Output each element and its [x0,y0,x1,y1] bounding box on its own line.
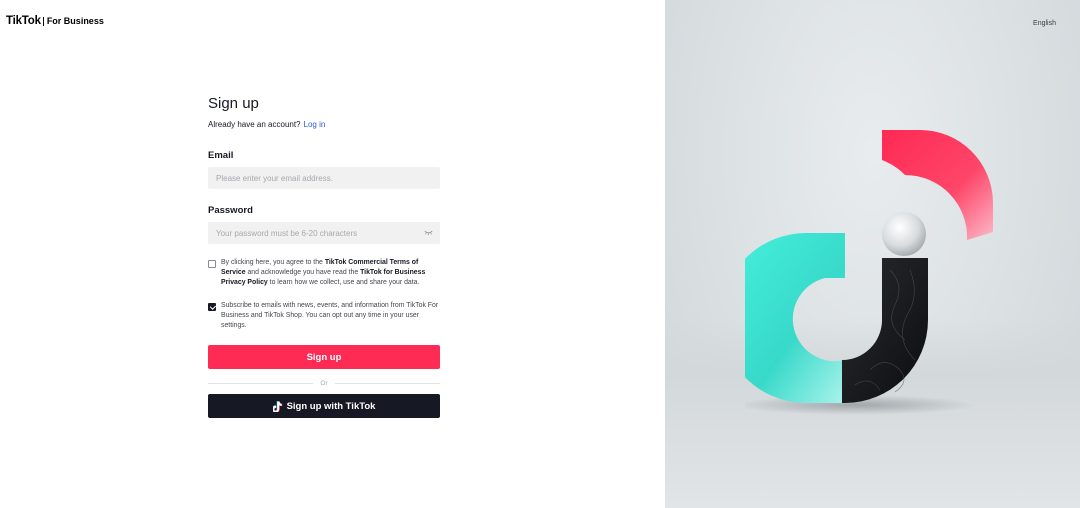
divider-line-left [208,382,314,384]
tiktok-for-business-logo[interactable]: TikTok For Business [6,15,104,27]
email-field[interactable]: Please enter your email address. [208,167,440,189]
terms-consent: By clicking here, you agree to the TikTo… [208,258,440,288]
language-selector[interactable]: English [1033,20,1056,27]
signup-with-tiktok-button[interactable]: Sign up with TikTok [208,394,440,418]
or-divider: Or [208,378,441,388]
login-link[interactable]: Log in [304,120,326,129]
password-label: Password [208,205,253,216]
eye-off-icon[interactable] [424,229,433,236]
tiktok-note-icon [272,400,282,412]
divider-or-text: Or [320,379,328,387]
terms-text-part1: By clicking here, you agree to the [221,259,325,266]
divider-line-right [334,382,441,384]
logo-brand: TikTok [6,15,41,27]
signup-form: Sign up Already have an account? Log in E… [208,94,441,418]
password-field[interactable]: Your password must be 6-20 characters [208,222,440,244]
terms-text: By clicking here, you agree to the TikTo… [221,258,440,288]
signup-with-tiktok-label: Sign up with TikTok [286,400,376,412]
tiktok-3d-logo-illustration [745,130,993,415]
password-placeholder: Your password must be 6-20 characters [216,228,358,238]
logo-subtitle: For Business [46,16,104,26]
page-title: Sign up [208,95,259,112]
terms-text-part2: and acknowledge you have read the [245,269,361,276]
email-placeholder: Please enter your email address. [216,173,333,183]
logo-separator [42,16,44,26]
subscribe-checkbox[interactable] [208,303,216,311]
terms-checkbox[interactable] [208,260,216,268]
login-prompt: Already have an account? Log in [208,119,440,130]
signup-button[interactable]: Sign up [208,345,440,369]
email-label: Email [208,150,234,161]
signup-panel: TikTok For Business Sign up Already have… [0,0,665,508]
subscribe-text: Subscribe to emails with news, events, a… [221,302,439,329]
login-prompt-text: Already have an account? [208,120,301,129]
hero-panel: English [665,0,1080,508]
terms-text-part3: to learn how we collect, use and share y… [267,279,420,286]
subscribe-consent: Subscribe to emails with news, events, a… [208,301,440,331]
